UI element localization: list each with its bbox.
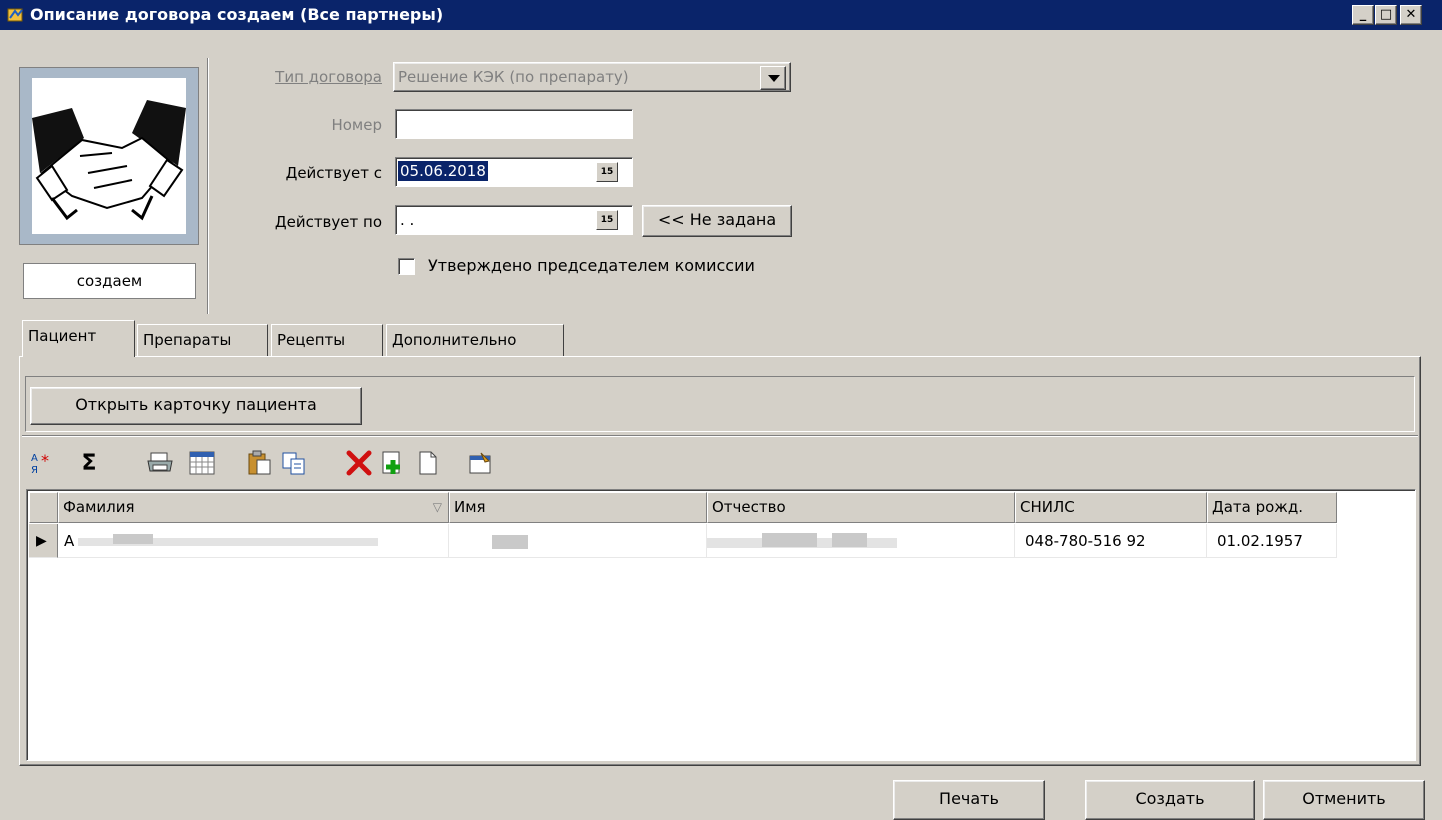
svg-text:А: А xyxy=(31,453,38,464)
chevron-down-icon[interactable] xyxy=(760,66,786,90)
print-button[interactable]: Печать xyxy=(893,780,1045,820)
window-title: Описание договора создаем (Все партнеры) xyxy=(30,5,444,24)
number-input[interactable] xyxy=(395,109,633,139)
calendar-icon[interactable]: 15 xyxy=(596,162,618,182)
cell-surname[interactable]: А xyxy=(58,524,449,558)
maximize-button[interactable]: □ xyxy=(1375,5,1397,25)
svg-text:*: * xyxy=(41,451,49,470)
status-box: создаем xyxy=(23,263,196,299)
handshake-icon xyxy=(32,78,186,234)
approved-checkbox[interactable] xyxy=(398,258,415,275)
valid-from-label: Действует с xyxy=(285,164,382,182)
properties-icon[interactable] xyxy=(465,445,495,481)
redacted-name xyxy=(492,535,528,549)
cell-name[interactable] xyxy=(449,524,707,558)
cancel-button[interactable]: Отменить xyxy=(1263,780,1425,820)
valid-from-value: 05.06.2018 xyxy=(398,161,488,181)
column-header-snils[interactable]: СНИЛС xyxy=(1015,492,1207,523)
cell-snils[interactable]: 048-780-516 92 xyxy=(1015,524,1207,558)
number-label: Номер xyxy=(331,116,382,134)
cell-birth-date[interactable]: 01.02.1957 xyxy=(1207,524,1337,558)
delete-icon[interactable] xyxy=(344,445,374,481)
copy-icon[interactable] xyxy=(279,445,309,481)
approved-label: Утверждено председателем комиссии xyxy=(428,256,755,275)
sort-icon[interactable]: А Я * xyxy=(27,445,57,481)
title-bar[interactable]: Описание договора создаем (Все партнеры)… xyxy=(0,0,1442,30)
column-header-patronymic[interactable]: Отчество xyxy=(707,492,1015,523)
minimize-button[interactable]: _ xyxy=(1352,5,1374,25)
tab-additional[interactable]: Дополнительно xyxy=(386,324,564,356)
sort-down-icon: ▽ xyxy=(432,500,442,514)
calendar-icon[interactable]: 15 xyxy=(596,210,618,230)
current-row-marker: ▶ xyxy=(29,524,58,558)
column-header-name[interactable]: Имя xyxy=(449,492,707,523)
tab-prescriptions[interactable]: Рецепты xyxy=(271,324,383,356)
contract-picture xyxy=(19,67,199,245)
print-icon[interactable] xyxy=(145,445,175,481)
vertical-divider xyxy=(207,58,209,314)
patients-grid[interactable]: Фамилия ▽ Имя Отчество СНИЛС Дата рожд. … xyxy=(26,489,1416,761)
column-header-surname[interactable]: Фамилия ▽ xyxy=(58,492,449,523)
valid-to-label: Действует по xyxy=(274,213,382,231)
sum-icon[interactable]: Σ xyxy=(74,445,104,481)
open-patient-card-button[interactable]: Открыть карточку пациента xyxy=(30,387,362,425)
not-set-button[interactable]: << Не задана xyxy=(642,205,792,237)
svg-text:Я: Я xyxy=(31,465,38,475)
create-button[interactable]: Создать xyxy=(1085,780,1255,820)
valid-from-input[interactable]: 05.06.2018 15 xyxy=(395,157,633,187)
tab-patient[interactable]: Пациент xyxy=(22,320,135,357)
calendar-grid-icon[interactable] xyxy=(187,445,217,481)
new-document-icon[interactable] xyxy=(413,445,443,481)
valid-to-value: . . xyxy=(400,211,415,229)
row-indicator-header xyxy=(29,492,58,523)
app-icon xyxy=(7,8,23,22)
close-button[interactable]: ✕ xyxy=(1400,5,1422,25)
paste-icon[interactable] xyxy=(244,445,274,481)
valid-to-input[interactable]: . . 15 xyxy=(395,205,633,235)
contract-type-select[interactable]: Решение КЭК (по препарату) xyxy=(393,62,791,92)
contract-type-label[interactable]: Тип договора xyxy=(212,68,382,86)
contract-type-value: Решение КЭК (по препарату) xyxy=(398,68,629,86)
toolbar-divider xyxy=(22,435,1418,437)
column-header-birth-date[interactable]: Дата рожд. xyxy=(1207,492,1337,523)
tab-drugs[interactable]: Препараты xyxy=(137,324,268,356)
add-icon[interactable] xyxy=(377,445,407,481)
